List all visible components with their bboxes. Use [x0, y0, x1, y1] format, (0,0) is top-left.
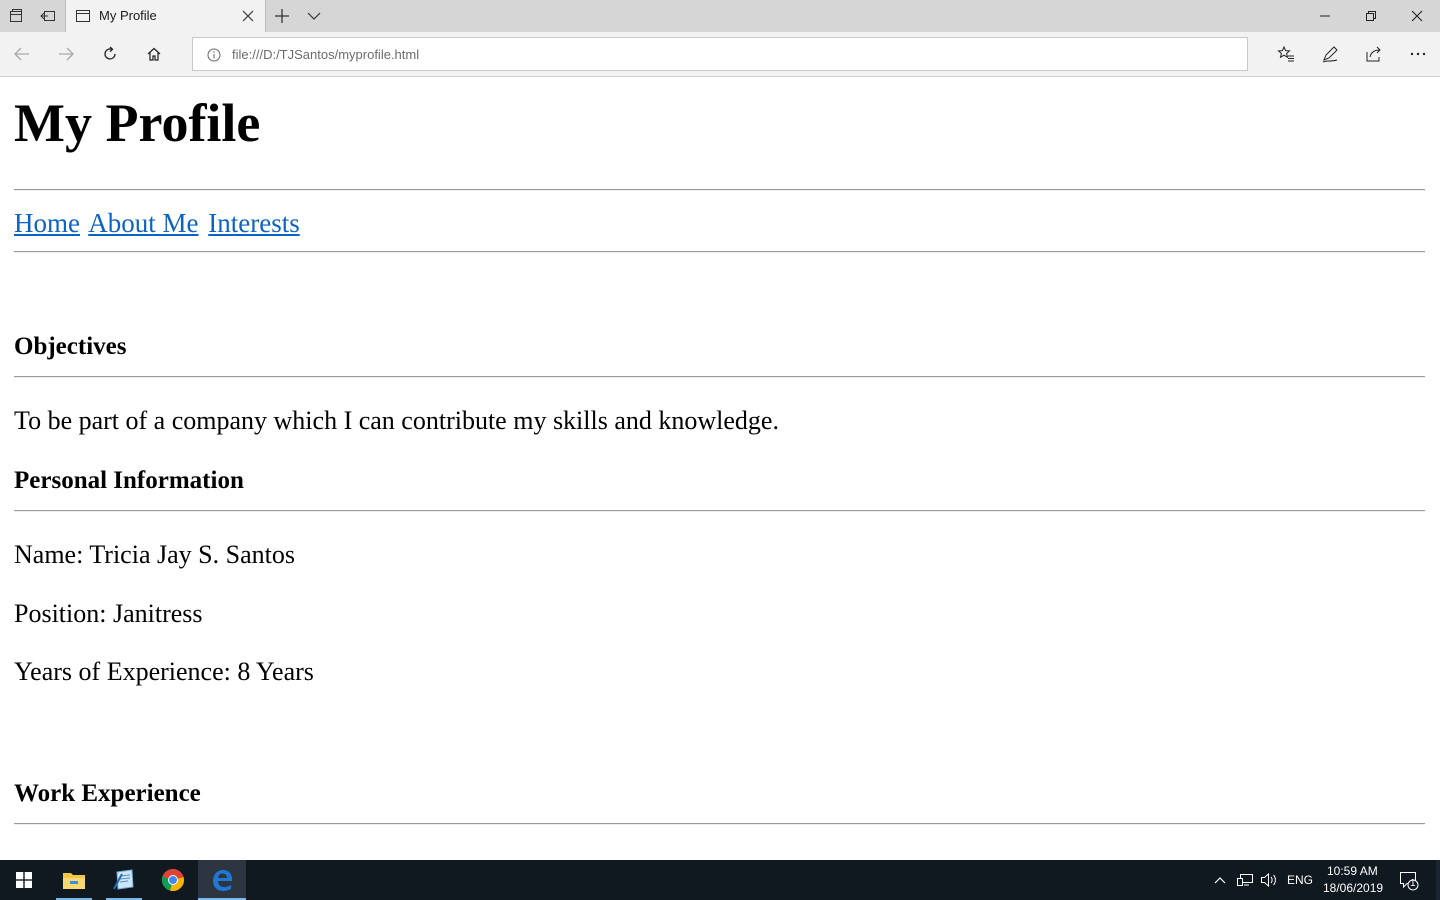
address-bar[interactable]: file:///D:/TJSantos/myprofile.html — [192, 37, 1248, 71]
tab-close-button[interactable] — [240, 8, 256, 24]
taskbar-chrome[interactable] — [151, 860, 195, 900]
info-icon — [207, 48, 221, 62]
nav-link-home[interactable]: Home — [14, 208, 80, 238]
show-desktop-button[interactable] — [1436, 860, 1440, 900]
divider — [14, 189, 1425, 191]
experience-line: Years of Experience: 8 Years — [14, 657, 314, 686]
close-icon — [242, 10, 254, 22]
close-icon — [1411, 10, 1423, 22]
divider — [14, 823, 1425, 825]
objectives-heading: Objectives — [14, 333, 127, 360]
action-center-button[interactable]: 1 — [1392, 860, 1426, 900]
notification-count: 1 — [1410, 878, 1416, 889]
taskbar-file-explorer[interactable] — [52, 860, 96, 900]
personal-info-heading: Personal Information — [14, 467, 244, 494]
folder-icon — [63, 873, 85, 889]
browser-toolbar: file:///D:/TJSantos/myprofile.html — [0, 32, 1440, 77]
taskbar-notepad-app[interactable] — [102, 860, 146, 900]
show-hidden-icons-button[interactable] — [1210, 860, 1230, 900]
address-text: file:///D:/TJSantos/myprofile.html — [232, 47, 420, 62]
clock-time[interactable]: 10:59 AM — [1327, 864, 1378, 878]
tabs-aside-icon — [10, 9, 22, 22]
taskbar: ENG 10:59 AM 18/06/2019 1 — [0, 860, 1440, 900]
start-button[interactable] — [0, 860, 48, 900]
nav-link-interests[interactable]: Interests — [208, 208, 299, 238]
more-icon — [1410, 52, 1426, 56]
network-button[interactable] — [1234, 860, 1256, 900]
minimize-button[interactable] — [1302, 0, 1348, 32]
nav-link-about-me[interactable]: About Me — [88, 208, 198, 238]
clock-date[interactable]: 18/06/2019 — [1323, 881, 1383, 895]
windows-logo-icon — [16, 872, 32, 888]
input-language[interactable]: ENG — [1287, 873, 1313, 887]
share-button[interactable] — [1358, 38, 1390, 70]
more-button[interactable] — [1402, 38, 1434, 70]
home-button[interactable] — [138, 38, 170, 70]
tabs-aside-button[interactable] — [0, 0, 32, 32]
divider — [14, 251, 1425, 253]
set-tabs-aside-button[interactable] — [32, 0, 64, 32]
minimize-icon — [1320, 15, 1330, 17]
refresh-icon — [104, 46, 116, 60]
chrome-icon — [161, 869, 184, 891]
chevron-up-icon — [1214, 877, 1226, 884]
tab-my-profile[interactable]: My Profile — [65, 0, 266, 33]
tab-title: My Profile — [99, 8, 157, 23]
notepad-icon — [113, 869, 134, 890]
edge-icon — [213, 870, 232, 891]
taskbar-edge[interactable] — [198, 860, 246, 900]
refresh-button[interactable] — [94, 38, 126, 70]
page-icon — [76, 10, 90, 22]
arrow-right-icon — [59, 47, 74, 61]
tab-strip: My Profile — [0, 0, 1440, 33]
objective-text: To be part of a company which I can cont… — [14, 406, 779, 435]
new-tab-button[interactable] — [266, 0, 298, 32]
arrow-left-icon — [14, 47, 29, 61]
favorites-button[interactable] — [1270, 38, 1302, 70]
chevron-down-icon — [307, 12, 321, 20]
name-line: Name: Tricia Jay S. Santos — [14, 540, 295, 569]
back-button[interactable] — [6, 38, 38, 70]
forward-button[interactable] — [50, 38, 82, 70]
tab-preview-button[interactable] — [298, 0, 330, 32]
notification-icon — [1400, 872, 1419, 891]
volume-icon — [1261, 872, 1276, 888]
page-title: My Profile — [14, 93, 261, 153]
home-icon — [147, 47, 161, 61]
network-icon — [1237, 874, 1253, 886]
web-note-button[interactable] — [1314, 38, 1346, 70]
set-tabs-aside-icon — [40, 11, 55, 21]
position-line: Position: Janitress — [14, 599, 203, 628]
nav-links: Home About Me Interests — [14, 206, 303, 240]
pen-icon — [1322, 46, 1338, 63]
divider — [14, 510, 1425, 512]
share-icon — [1366, 46, 1381, 62]
web-page: My Profile Home About Me Interests Objec… — [0, 77, 1440, 860]
restore-icon — [1366, 11, 1376, 21]
volume-button[interactable] — [1258, 860, 1280, 900]
window-close-button[interactable] — [1394, 0, 1440, 32]
restore-button[interactable] — [1348, 0, 1394, 32]
divider — [14, 376, 1425, 378]
work-experience-heading: Work Experience — [14, 780, 201, 807]
plus-icon — [275, 9, 289, 23]
favorites-icon — [1277, 45, 1294, 62]
